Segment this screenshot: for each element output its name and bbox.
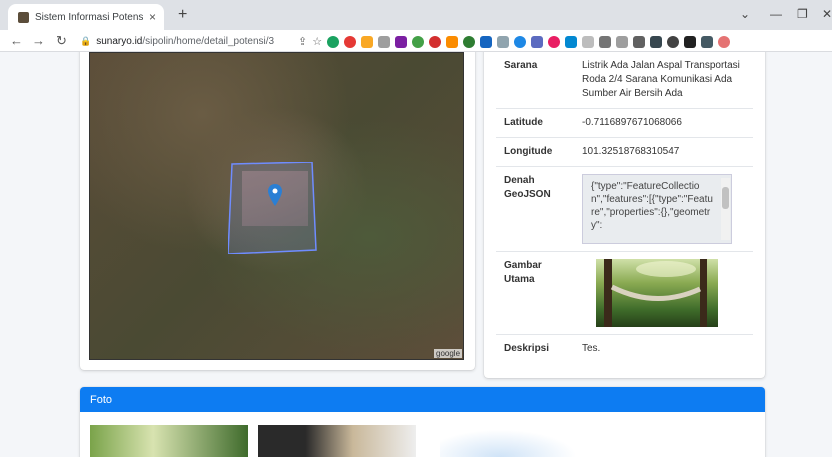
extension-icon[interactable] bbox=[633, 35, 646, 48]
extension-icon[interactable] bbox=[344, 35, 357, 48]
deskripsi-label: Deskripsi bbox=[504, 343, 550, 354]
tab-search-icon[interactable]: ⌄ bbox=[740, 7, 750, 21]
foto-title: Foto bbox=[80, 387, 765, 412]
photo-thumbnail[interactable] bbox=[90, 425, 248, 457]
photo-thumbnail[interactable] bbox=[440, 425, 590, 457]
extension-icons: ⇪ ☆ bbox=[298, 35, 731, 48]
longitude-label: Longitude bbox=[496, 137, 574, 167]
main-image[interactable] bbox=[596, 259, 718, 327]
extension-icon[interactable] bbox=[497, 35, 510, 48]
sarana-label: Sarana bbox=[496, 52, 574, 109]
extension-icon[interactable] bbox=[395, 35, 408, 48]
hammock-image bbox=[604, 259, 707, 327]
sarana-value: Listrik Ada Jalan Aspal Transportasi Rod… bbox=[574, 52, 753, 109]
longitude-value: 101.32518768310547 bbox=[574, 137, 753, 167]
new-tab-button[interactable]: + bbox=[178, 6, 187, 24]
extension-icon[interactable] bbox=[548, 35, 561, 48]
detail-table: Sarana Listrik Ada Jalan Aspal Transport… bbox=[496, 52, 753, 363]
extension-icon[interactable] bbox=[667, 35, 680, 48]
geojson-scroll-thumb[interactable] bbox=[722, 187, 729, 209]
back-icon[interactable]: ← bbox=[10, 33, 23, 48]
photo-thumbnail[interactable] bbox=[258, 425, 416, 457]
page-content: google Sarana Listrik Ada Jalan Aspal Tr… bbox=[0, 52, 832, 457]
extension-icon[interactable] bbox=[480, 35, 493, 48]
extension-icon[interactable] bbox=[361, 35, 374, 48]
share-icon[interactable]: ⇪ bbox=[298, 35, 307, 48]
map-marker-icon[interactable] bbox=[268, 184, 282, 206]
bookmark-star-icon[interactable]: ☆ bbox=[312, 35, 322, 48]
browser-toolbar: ← → ↻ 🔒 sunaryo.id/sipolin/home/detail_p… bbox=[0, 30, 832, 52]
restore-icon[interactable]: ❐ bbox=[797, 7, 808, 21]
gambar-label: Gambar Utama bbox=[496, 251, 574, 335]
sidepanel-icon[interactable] bbox=[701, 35, 714, 48]
extension-icon[interactable] bbox=[531, 35, 544, 48]
forward-icon[interactable]: → bbox=[32, 33, 45, 48]
table-row: Denah GeoJSON {"type":"FeatureCollection… bbox=[496, 166, 753, 252]
extension-icon[interactable] bbox=[616, 35, 629, 48]
deskripsi-value: Tes. bbox=[582, 343, 601, 354]
minimize-icon[interactable]: — bbox=[770, 7, 782, 21]
profile-avatar[interactable] bbox=[718, 35, 731, 48]
table-row: Latitude -0.7116897671068066 bbox=[496, 108, 753, 138]
extension-icon[interactable] bbox=[412, 35, 425, 48]
extension-icon[interactable] bbox=[582, 35, 595, 48]
reload-icon[interactable]: ↻ bbox=[56, 33, 67, 49]
extension-icon[interactable] bbox=[378, 35, 391, 48]
geojson-label: Denah GeoJSON bbox=[496, 166, 574, 252]
tab-active[interactable]: Sistem Informasi Potensi dan Pel × bbox=[8, 4, 164, 30]
tab-title: Sistem Informasi Potensi dan Pel bbox=[35, 11, 143, 23]
site-favicon-icon bbox=[18, 11, 29, 23]
extension-icon[interactable] bbox=[327, 35, 340, 48]
gambar-cell bbox=[574, 251, 753, 335]
table-row: Gambar Utama bbox=[496, 251, 753, 335]
map-attribution: google bbox=[434, 349, 463, 358]
extension-icon[interactable] bbox=[446, 35, 459, 48]
geojson-text: {"type":"FeatureCollection","features":[… bbox=[591, 181, 713, 231]
lock-icon: 🔒 bbox=[80, 35, 92, 46]
latitude-value: -0.7116897671068066 bbox=[574, 108, 753, 138]
tab-bar: Sistem Informasi Potensi dan Pel × + ⌄ —… bbox=[0, 0, 832, 30]
close-window-icon[interactable]: ✕ bbox=[822, 7, 832, 21]
puzzle-icon[interactable] bbox=[684, 35, 697, 48]
table-row: Deskripsi Tes. bbox=[496, 335, 753, 364]
geojson-cell: {"type":"FeatureCollection","features":[… bbox=[574, 166, 753, 252]
map-polygon[interactable] bbox=[228, 162, 318, 254]
geojson-textarea[interactable]: {"type":"FeatureCollection","features":[… bbox=[582, 174, 732, 244]
latitude-label: Latitude bbox=[496, 108, 574, 138]
extension-icon[interactable] bbox=[599, 35, 612, 48]
extension-icon[interactable] bbox=[565, 35, 578, 48]
url-host: sunaryo.id bbox=[96, 35, 143, 47]
url-path: /sipolin/home/detail_potensi/3 bbox=[142, 35, 275, 47]
extension-icon[interactable] bbox=[514, 35, 527, 48]
extension-icon[interactable] bbox=[463, 35, 476, 48]
extension-icon[interactable] bbox=[429, 35, 442, 48]
extension-icon[interactable] bbox=[650, 35, 663, 48]
tab-close-icon[interactable]: × bbox=[149, 10, 156, 24]
table-row: Sarana Listrik Ada Jalan Aspal Transport… bbox=[496, 52, 753, 109]
table-row: Longitude 101.32518768310547 bbox=[496, 137, 753, 167]
